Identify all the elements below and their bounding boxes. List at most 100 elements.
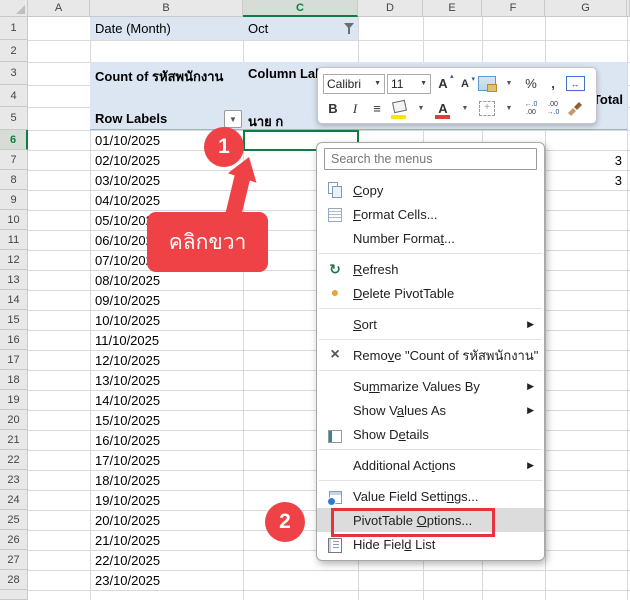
filter-funnel-icon[interactable] xyxy=(343,22,357,35)
row-header-16[interactable]: 16 xyxy=(0,330,28,350)
format-painter-button[interactable] xyxy=(565,98,585,120)
date-cell-b16[interactable]: 11/10/2025 xyxy=(95,333,159,348)
menu-item-format-cells[interactable]: Format Cells... xyxy=(317,202,544,226)
date-cell-b21[interactable]: 16/10/2025 xyxy=(95,433,160,448)
row-header-1[interactable]: 1 xyxy=(0,17,28,40)
row-header-26[interactable]: 26 xyxy=(0,530,28,550)
row-header-10[interactable]: 10 xyxy=(0,210,28,230)
cell-b5-row-labels[interactable]: Row Labels xyxy=(95,111,167,126)
column-header-c[interactable]: C xyxy=(243,0,358,17)
menu-item-number-format[interactable]: Number Format... xyxy=(317,226,544,250)
date-cell-b26[interactable]: 21/10/2025 xyxy=(95,533,160,548)
row-header-13[interactable]: 13 xyxy=(0,270,28,290)
row-header-8[interactable]: 8 xyxy=(0,170,28,190)
decrease-font-button[interactable]: A xyxy=(455,73,475,95)
date-cell-b20[interactable]: 15/10/2025 xyxy=(95,413,160,428)
row-header-12[interactable]: 12 xyxy=(0,250,28,270)
percent-style-button[interactable]: % xyxy=(521,73,541,95)
grand-total-cell-g7[interactable]: 3 xyxy=(545,153,622,168)
row-header-20[interactable]: 20 xyxy=(0,410,28,430)
menu-item-additional-actions[interactable]: Additional Actions▶ xyxy=(317,453,544,477)
borders-dropdown[interactable]: ▼ xyxy=(499,98,519,120)
decrease-decimal-button[interactable]: .00→.0 xyxy=(543,98,563,120)
row-header-25[interactable]: 25 xyxy=(0,510,28,530)
row-header-24[interactable]: 24 xyxy=(0,490,28,510)
cell-b3[interactable]: Count of รหัสพนักงาน xyxy=(95,66,223,87)
menu-item-show-values-as[interactable]: Show Values As▶ xyxy=(317,398,544,422)
row-header-11[interactable]: 11 xyxy=(0,230,28,250)
borders-button[interactable]: + xyxy=(477,98,497,120)
date-cell-b17[interactable]: 12/10/2025 xyxy=(95,353,160,368)
column-header-a[interactable]: A xyxy=(28,0,90,17)
italic-button[interactable]: I xyxy=(345,98,365,120)
column-header-d[interactable]: D xyxy=(358,0,423,17)
accounting-format-dropdown[interactable]: ▼ xyxy=(499,73,519,95)
row-header-19[interactable]: 19 xyxy=(0,390,28,410)
cell-c1[interactable]: Oct xyxy=(248,21,268,36)
font-color-dropdown[interactable]: ▼ xyxy=(455,98,475,120)
date-cell-b22[interactable]: 17/10/2025 xyxy=(95,453,160,468)
date-cell-b25[interactable]: 20/10/2025 xyxy=(95,513,160,528)
row-labels-dropdown-button[interactable]: ▼ xyxy=(224,110,242,128)
comma-style-button[interactable]: , xyxy=(543,73,563,95)
font-color-button[interactable]: A xyxy=(433,98,453,120)
date-cell-b18[interactable]: 13/10/2025 xyxy=(95,373,160,388)
row-header-23[interactable]: 23 xyxy=(0,470,28,490)
menu-item-refresh[interactable]: ↻Refresh xyxy=(317,257,544,281)
row-header-2[interactable]: 2 xyxy=(0,40,28,62)
row-header-7[interactable]: 7 xyxy=(0,150,28,170)
menu-item-hide-field-list[interactable]: Hide Field List xyxy=(317,532,544,556)
select-all-corner[interactable] xyxy=(0,0,28,17)
row-header-5[interactable]: 5 xyxy=(0,107,28,130)
menu-item-sort[interactable]: Sort▶ xyxy=(317,312,544,336)
font-name-select[interactable]: Calibri▼ xyxy=(323,74,385,94)
date-cell-b7[interactable]: 02/10/2025 xyxy=(95,153,160,168)
menu-item-value-field-settings[interactable]: Value Field Settings... xyxy=(317,484,544,508)
row-header-27[interactable]: 27 xyxy=(0,550,28,570)
date-cell-b6[interactable]: 01/10/2025 xyxy=(95,133,160,148)
row-header-21[interactable]: 21 xyxy=(0,430,28,450)
row-header-17[interactable]: 17 xyxy=(0,350,28,370)
align-button[interactable]: ≡ xyxy=(367,98,387,120)
row-header-14[interactable]: 14 xyxy=(0,290,28,310)
menu-item-delete-pivottable[interactable]: ●Delete PivotTable xyxy=(317,281,544,305)
menu-item-summarize-values-by[interactable]: Summarize Values By▶ xyxy=(317,374,544,398)
date-cell-b28[interactable]: 23/10/2025 xyxy=(95,573,160,588)
fill-color-button[interactable] xyxy=(389,98,409,120)
menu-item-pivottable-options[interactable]: PivotTable Options... xyxy=(317,508,544,532)
row-header-29[interactable] xyxy=(0,590,28,600)
date-cell-b9[interactable]: 04/10/2025 xyxy=(95,193,160,208)
column-header-g[interactable]: G xyxy=(545,0,627,17)
increase-decimal-button[interactable]: ←.0.00 xyxy=(521,98,541,120)
autofit-button[interactable]: ↔ xyxy=(565,73,585,95)
column-header-b[interactable]: B xyxy=(90,0,243,17)
cell-b1[interactable]: Date (Month) xyxy=(95,21,171,36)
date-cell-b27[interactable]: 22/10/2025 xyxy=(95,553,160,568)
row-header-22[interactable]: 22 xyxy=(0,450,28,470)
date-cell-b24[interactable]: 19/10/2025 xyxy=(95,493,160,508)
date-cell-b19[interactable]: 14/10/2025 xyxy=(95,393,160,408)
row-header-3[interactable]: 3 xyxy=(0,62,28,85)
grand-total-cell-g8[interactable]: 3 xyxy=(545,173,622,188)
row-header-9[interactable]: 9 xyxy=(0,190,28,210)
row-header-6[interactable]: 6 xyxy=(0,130,28,150)
column-header-e[interactable]: E xyxy=(423,0,482,17)
accounting-format-button[interactable] xyxy=(477,73,497,95)
row-header-28[interactable]: 28 xyxy=(0,570,28,590)
date-cell-b13[interactable]: 08/10/2025 xyxy=(95,273,160,288)
menu-item-copy[interactable]: Copy xyxy=(317,178,544,202)
date-cell-b14[interactable]: 09/10/2025 xyxy=(95,293,160,308)
row-header-4[interactable]: 4 xyxy=(0,85,28,107)
search-input[interactable] xyxy=(324,148,537,170)
cell-c5[interactable]: นาย ก xyxy=(248,111,283,132)
date-cell-b8[interactable]: 03/10/2025 xyxy=(95,173,160,188)
increase-font-button[interactable]: A xyxy=(433,73,453,95)
row-header-15[interactable]: 15 xyxy=(0,310,28,330)
bold-button[interactable]: B xyxy=(323,98,343,120)
date-cell-b15[interactable]: 10/10/2025 xyxy=(95,313,160,328)
column-header-f[interactable]: F xyxy=(482,0,545,17)
menu-item-remove-count-of[interactable]: ×Remove "Count of รหัสพนักงาน" xyxy=(317,343,544,367)
menu-item-show-details[interactable]: Show Details xyxy=(317,422,544,446)
date-cell-b23[interactable]: 18/10/2025 xyxy=(95,473,160,488)
fill-color-dropdown[interactable]: ▼ xyxy=(411,98,431,120)
